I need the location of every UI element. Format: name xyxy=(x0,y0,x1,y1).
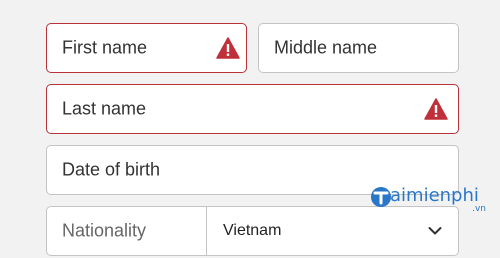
nationality-selected-value: Vietnam xyxy=(223,222,282,239)
watermark: aimienphi .vn xyxy=(370,184,496,218)
chevron-down-icon xyxy=(428,227,442,235)
first-name-placeholder: First name xyxy=(62,37,148,58)
last-name-placeholder: Last name xyxy=(62,98,147,119)
middle-name-placeholder: Middle name xyxy=(274,37,378,58)
date-of-birth-placeholder: Date of birth xyxy=(62,159,161,180)
watermark-text: aimienphi xyxy=(390,185,479,206)
warning-icon xyxy=(216,37,240,59)
last-name-field[interactable]: Last name xyxy=(46,84,459,134)
nationality-label: Nationality xyxy=(62,220,147,241)
watermark-logo-icon xyxy=(371,187,391,207)
watermark-suffix: .vn xyxy=(472,204,486,214)
middle-name-field[interactable]: Middle name xyxy=(258,23,459,73)
first-name-field[interactable]: First name xyxy=(46,23,247,73)
warning-icon xyxy=(424,98,448,120)
nationality-label-box: Nationality xyxy=(46,206,207,256)
